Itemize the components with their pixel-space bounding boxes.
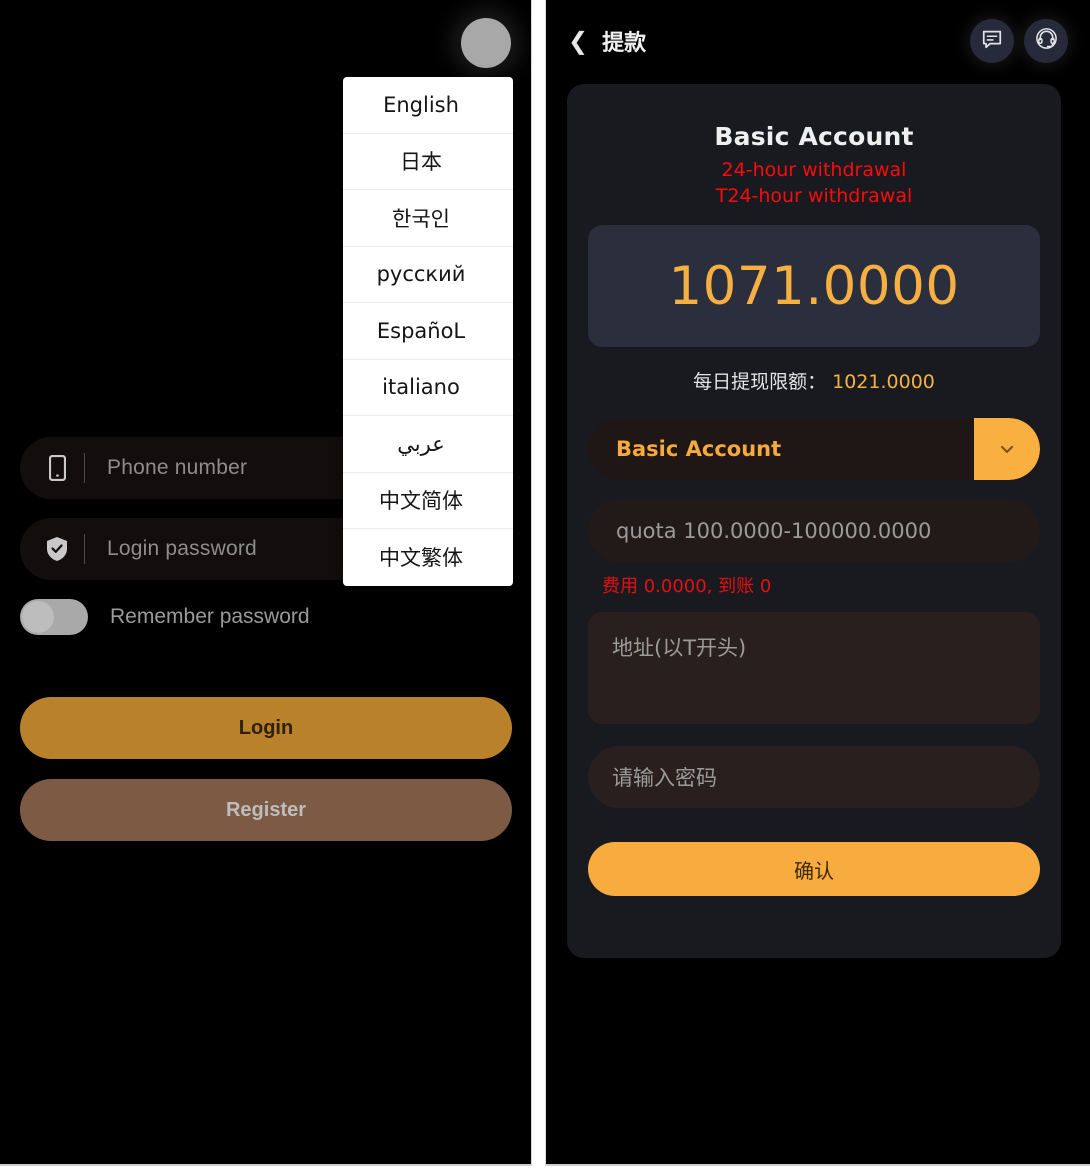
customer-support-button[interactable] — [1024, 19, 1068, 63]
withdrawal-topbar: ❮ 提款 — [546, 0, 1090, 82]
language-option-chinese-traditional[interactable]: 中文繁体 — [343, 529, 513, 586]
page-title: 提款 — [602, 31, 647, 56]
chat-message-button[interactable] — [970, 19, 1014, 63]
topbar-actions — [970, 19, 1068, 63]
field-divider — [84, 534, 85, 564]
account-select[interactable]: Basic Account — [588, 418, 1040, 480]
remember-password-row[interactable]: Remember password — [20, 599, 512, 635]
language-option-russian[interactable]: русский — [343, 247, 513, 303]
phone-placeholder: Phone number — [107, 456, 248, 479]
headset-icon — [1035, 27, 1058, 55]
address-textarea[interactable]: 地址(以T开头) — [588, 612, 1040, 724]
phone-icon — [44, 455, 70, 481]
withdrawal-warning-line-2: T24-hour withdrawal — [715, 185, 913, 207]
daily-limit-value: 1021.0000 — [832, 371, 935, 393]
language-option-chinese-simplified[interactable]: 中文简体 — [343, 473, 513, 529]
withdrawal-card: Basic Account 24-hour withdrawal T24-hou… — [567, 84, 1061, 958]
language-option-korean[interactable]: 한국인 — [343, 190, 513, 247]
withdrawal-warning-line-1: 24-hour withdrawal — [721, 159, 907, 181]
daily-limit-row: 每日提现限额： 1021.0000 — [588, 367, 1040, 394]
screenshot-stage: English 日本 한국인 русский EspañoL italiano … — [0, 0, 1090, 1173]
language-dropdown-menu[interactable]: English 日本 한국인 русский EspañoL italiano … — [343, 77, 513, 586]
back-arrow-icon[interactable]: ❮ — [568, 29, 588, 53]
language-option-italian[interactable]: italiano — [343, 360, 513, 416]
field-divider — [84, 453, 85, 483]
account-type-title: Basic Account — [714, 122, 914, 151]
password-placeholder: Login password — [107, 537, 257, 560]
balance-display: 1071.0000 — [588, 225, 1040, 347]
chevron-down-icon[interactable] — [974, 418, 1040, 480]
fee-note: 费用 0.0000, 到账 0 — [602, 576, 772, 597]
language-option-spanish[interactable]: EspañoL — [343, 303, 513, 360]
amount-placeholder: quota 100.0000-100000.0000 — [616, 519, 932, 543]
withdraw-password-placeholder: 请输入密码 — [612, 766, 717, 790]
confirm-button[interactable]: 确认 — [588, 842, 1040, 896]
remember-password-toggle[interactable] — [20, 599, 88, 635]
login-panel: English 日本 한국인 русский EspañoL italiano … — [0, 0, 532, 1166]
amount-input[interactable]: quota 100.0000-100000.0000 — [588, 500, 1040, 562]
remember-password-label: Remember password — [110, 605, 310, 628]
login-button[interactable]: Login — [20, 697, 512, 759]
register-button[interactable]: Register — [20, 779, 512, 841]
language-option-japanese[interactable]: 日本 — [343, 134, 513, 190]
daily-limit-label: 每日提现限额： — [693, 371, 827, 393]
withdraw-password-input[interactable]: 请输入密码 — [588, 746, 1040, 808]
withdrawal-panel: ❮ 提款 Basic Account 24-hour withdrawal T2… — [545, 0, 1090, 1166]
balance-amount: 1071.0000 — [668, 255, 960, 317]
chat-bubble-icon — [981, 28, 1003, 55]
language-option-arabic[interactable]: عربي — [343, 416, 513, 473]
avatar[interactable] — [461, 18, 511, 68]
account-select-value: Basic Account — [616, 437, 782, 461]
shield-check-icon — [44, 536, 70, 562]
address-placeholder: 地址(以T开头) — [612, 636, 747, 660]
language-option-english[interactable]: English — [343, 77, 513, 134]
